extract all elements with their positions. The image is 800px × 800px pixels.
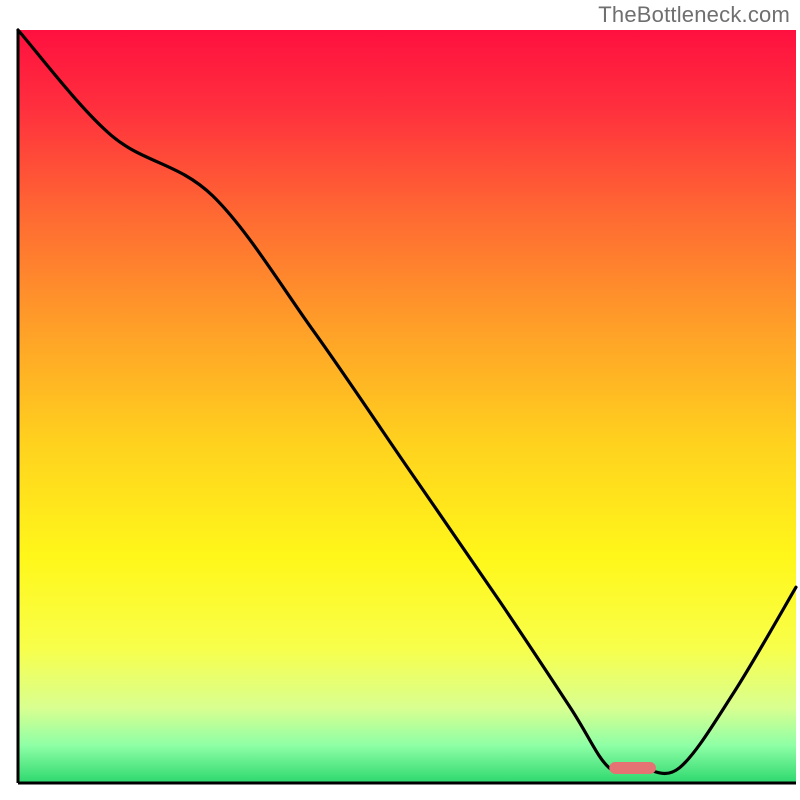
plot-area bbox=[18, 30, 796, 783]
chart-stage: TheBottleneck.com bbox=[0, 0, 800, 800]
sweet-spot-marker bbox=[609, 762, 656, 774]
bottleneck-chart bbox=[0, 0, 800, 800]
